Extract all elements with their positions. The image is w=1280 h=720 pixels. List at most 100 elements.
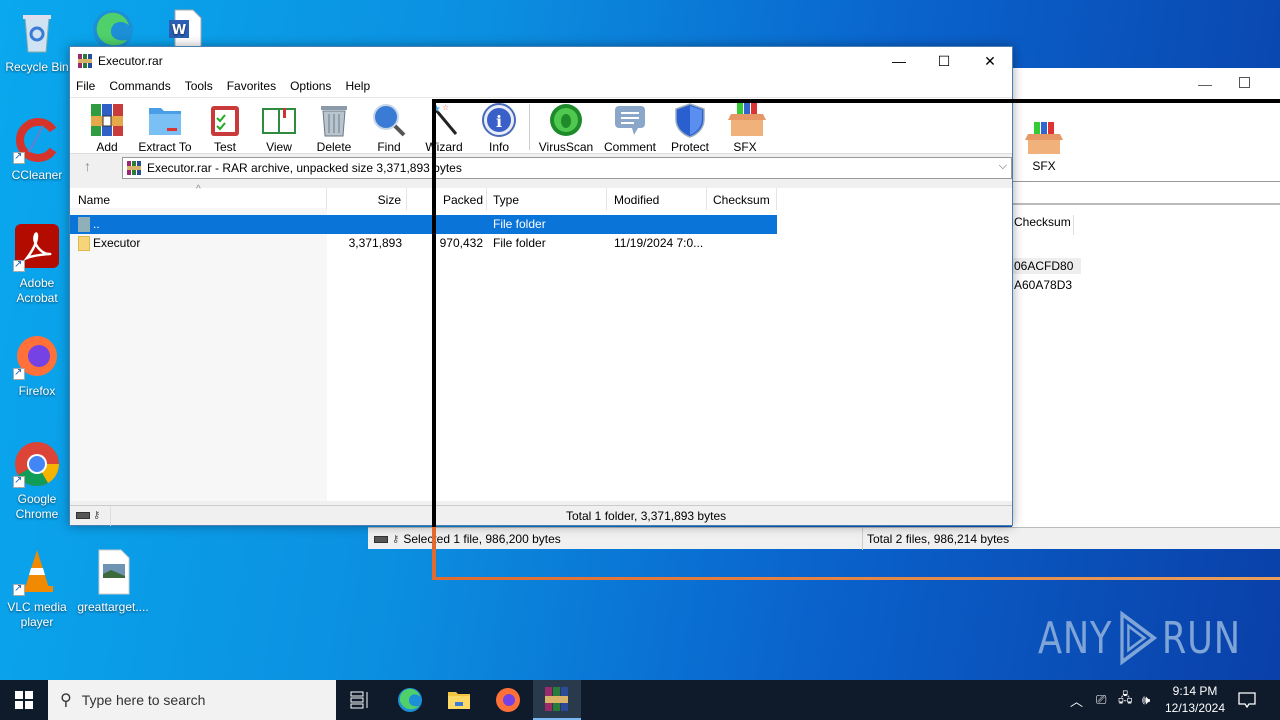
toolbar-protect-button[interactable]: Protect <box>662 102 718 154</box>
task-view-icon <box>350 691 368 709</box>
folder-icon <box>78 236 90 251</box>
toolbar-sfx-button[interactable]: SFX <box>1022 120 1066 173</box>
column-header-modified[interactable]: Modified <box>607 188 707 210</box>
column-header-type[interactable]: Type <box>487 188 607 210</box>
toolbar-virusscan-button[interactable]: VirusScan <box>538 102 594 154</box>
toolbar-extract-to-button[interactable]: Extract To <box>137 102 193 154</box>
toolbar-label: Test <box>213 140 236 154</box>
taskbar-firefox[interactable] <box>484 680 532 720</box>
find-magnifier-icon <box>371 102 407 138</box>
windows-logo-icon <box>15 691 33 709</box>
search-icon: ⚲ <box>60 692 72 709</box>
status-total: Total 1 folder, 3,371,893 bytes <box>566 509 727 523</box>
network-tray[interactable]: 🖧 <box>1118 680 1133 720</box>
taskbar-winrar[interactable] <box>533 680 581 720</box>
chrome-icon <box>13 440 61 488</box>
status-separator <box>110 506 111 526</box>
camera-icon: ⎚ <box>1096 692 1107 707</box>
menu-commands[interactable]: Commands <box>109 79 177 93</box>
meet-now-tray[interactable]: ⎚ <box>1096 680 1106 720</box>
taskbar-edge[interactable] <box>386 680 434 720</box>
column-header-packed[interactable]: Packed <box>437 188 487 210</box>
maximize-icon[interactable] <box>1239 77 1250 88</box>
menu-tools[interactable]: Tools <box>185 79 220 93</box>
column-header-checksum[interactable]: Checksum <box>707 188 777 210</box>
play-logo-icon <box>1120 610 1158 666</box>
toolbar-label: Comment <box>603 140 656 154</box>
menu-help[interactable]: Help <box>345 79 377 93</box>
desktop-icon-firefox[interactable]: Firefox <box>0 332 74 399</box>
toolbar-comment-button[interactable]: Comment <box>602 102 658 154</box>
minimize-button[interactable]: — <box>876 47 922 75</box>
desktop-icon-label: greattarget.... <box>77 600 149 614</box>
test-clipboard-icon <box>207 102 243 138</box>
show-hidden-icons-button[interactable]: ︿ <box>1070 680 1083 720</box>
task-view-button[interactable] <box>336 680 384 720</box>
maximize-button[interactable]: ☐ <box>921 47 967 75</box>
desktop-icon-vlc[interactable]: VLC media player <box>0 548 74 630</box>
desktop-icon-ccleaner[interactable]: CCleaner <box>0 116 74 183</box>
column-header-checksum[interactable]: Checksum <box>1012 215 1074 235</box>
taskbar-search-box[interactable]: ⚲ Type here to search <box>48 680 336 720</box>
view-book-icon <box>261 102 297 138</box>
chevron-down-icon[interactable]: ⌵ <box>999 160 1007 173</box>
archive-icon <box>127 161 141 175</box>
shortcut-arrow-icon <box>13 149 25 164</box>
column-header-name[interactable]: Name ^ <box>70 184 327 210</box>
svg-text:W: W <box>172 23 186 38</box>
close-button[interactable]: ✕ <box>967 47 1013 75</box>
menu-bar: File Commands Tools Favorites Options He… <box>70 75 1012 97</box>
row-modified: 11/19/2024 7:0... <box>614 236 704 250</box>
background-winrar-window[interactable]: — SFX Checksum 06ACFD80 A60A78D3 <box>1012 68 1280 548</box>
toolbar-add-button[interactable]: Add <box>79 102 135 154</box>
minimize-icon[interactable]: — <box>1198 76 1212 92</box>
taskbar-file-explorer[interactable] <box>435 680 483 720</box>
recycle-bin-icon <box>13 8 61 56</box>
toolbar-info-button[interactable]: i Info <box>471 102 527 154</box>
toolbar-test-button[interactable]: Test <box>197 102 253 154</box>
toolbar-view-button[interactable]: View <box>251 102 307 154</box>
menu-file[interactable]: File <box>76 79 102 93</box>
toolbar-delete-button[interactable]: Delete <box>306 102 362 154</box>
column-header-size[interactable]: Size <box>327 188 407 210</box>
row-packed: 970,432 <box>439 236 483 250</box>
watermark-text-right: RUN <box>1161 612 1241 664</box>
virusscan-icon <box>548 102 584 138</box>
clock[interactable]: 9:14 PM 12/13/2024 <box>1158 683 1232 717</box>
winrar-icon <box>545 687 568 711</box>
desktop-icon-recycle-bin[interactable]: Recycle Bin <box>0 8 74 75</box>
menu-favorites[interactable]: Favorites <box>227 79 283 93</box>
winrar-window[interactable]: Executor.rar — ☐ ✕ File Commands Tools F… <box>69 46 1013 526</box>
shortcut-arrow-icon <box>13 473 25 488</box>
up-arrow-icon[interactable]: ↑ <box>84 158 91 174</box>
info-icon: i <box>481 102 517 138</box>
toolbar-wizard-button[interactable]: ★ ☆ Wizard <box>416 102 472 154</box>
desktop-icon-greattarget[interactable]: greattarget.... <box>76 548 150 615</box>
volume-tray[interactable]: 🕪 <box>1142 680 1150 720</box>
address-bar[interactable]: Executor.rar - RAR archive, unpacked siz… <box>122 157 1012 179</box>
taskbar: ⚲ Type here to search ︿ ⎚ 🖧 🕪 9:14 PM 12… <box>0 680 1280 720</box>
toolbar-label: Add <box>96 140 118 154</box>
overlay-border-bottom <box>432 577 1280 580</box>
toolbar-label: SFX <box>733 140 757 154</box>
toolbar-label: Wizard <box>425 140 463 154</box>
desktop-icon-adobe-acrobat[interactable]: Adobe Acrobat <box>0 224 74 306</box>
key-icon: ⚷ <box>392 533 400 545</box>
toolbar-find-button[interactable]: Find <box>361 102 417 154</box>
toolbar-sfx-button[interactable]: SFX <box>717 102 773 154</box>
title-bar[interactable]: Executor.rar — ☐ ✕ <box>70 47 1012 75</box>
file-list[interactable]: Name ^ Size Packed Type Modified Checksu… <box>70 184 1012 501</box>
checksum-cell: A60A78D3 <box>1014 278 1073 292</box>
comment-icon <box>612 102 648 138</box>
action-center-button[interactable] <box>1238 680 1258 720</box>
desktop-icon-label: Adobe Acrobat <box>16 276 58 305</box>
start-button[interactable] <box>0 680 48 720</box>
table-row[interactable]: Executor 3,371,893 970,432 File folder 1… <box>70 234 777 253</box>
desktop-icon-google-chrome[interactable]: Google Chrome <box>0 440 74 522</box>
search-placeholder: Type here to search <box>81 692 206 708</box>
row-type: File folder <box>493 217 546 231</box>
menu-options[interactable]: Options <box>290 79 338 93</box>
table-row[interactable]: .. File folder <box>70 215 777 234</box>
edge-icon <box>398 688 422 712</box>
toolbar: Add Extract To Test View Delete Find ★ ☆ … <box>70 97 1012 154</box>
